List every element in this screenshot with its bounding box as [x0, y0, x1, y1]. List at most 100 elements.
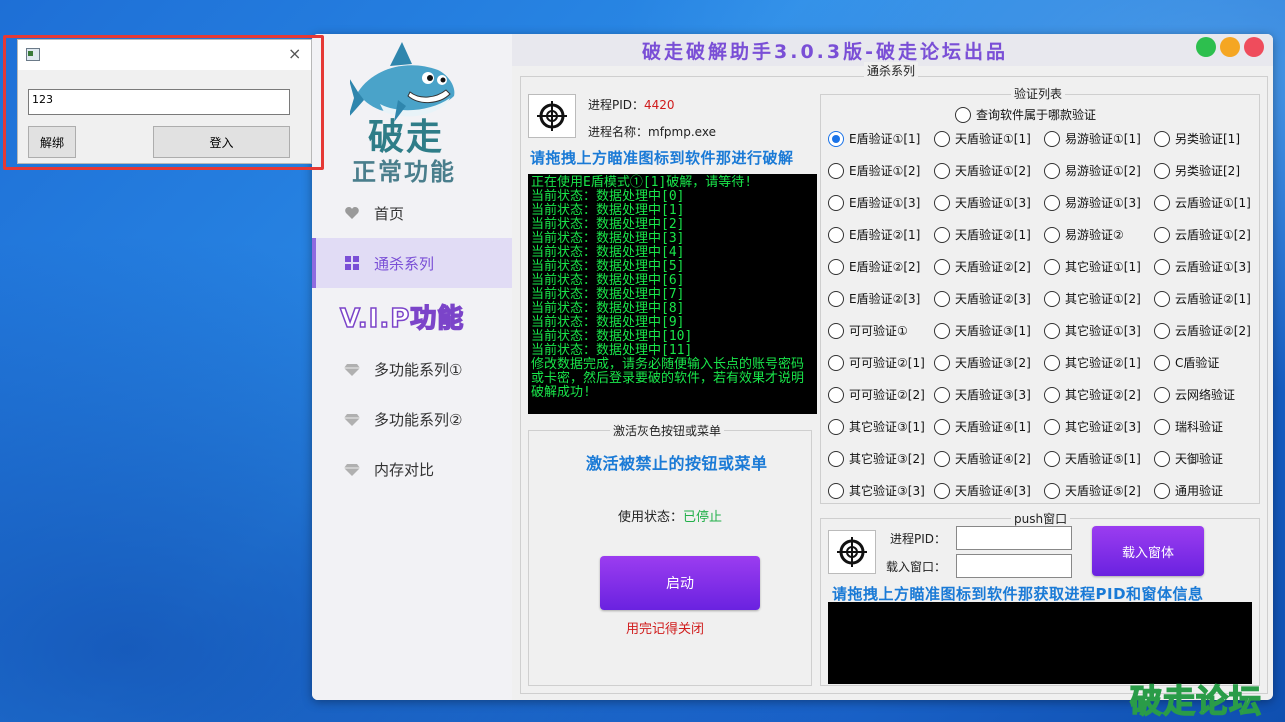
verify-option[interactable]: 天盾验证①[3] — [934, 194, 1031, 211]
log-line: 当前状态：数据处理中[9] — [531, 315, 685, 330]
verify-option[interactable]: 天盾验证③[1] — [934, 322, 1031, 339]
push-pid-label: 进程PID： — [890, 532, 947, 546]
radio-label: 云盾验证①[2] — [1175, 228, 1251, 242]
verify-option[interactable]: 另类验证[2] — [1154, 162, 1240, 179]
verify-option[interactable]: 天盾验证②[3] — [934, 290, 1031, 307]
sidebar-item-label: 通杀系列 — [374, 254, 435, 273]
verify-option[interactable]: 其它验证②[3] — [1044, 418, 1141, 435]
start-button[interactable]: 启动 — [600, 556, 760, 610]
log-line: 当前状态：数据处理中[8] — [531, 301, 685, 316]
radio-label: 其它验证②[2] — [1065, 388, 1141, 402]
push-target-crosshair[interactable] — [828, 530, 876, 574]
verify-option[interactable]: 通用验证 — [1154, 482, 1223, 499]
verify-option[interactable]: 易游验证①[1] — [1044, 130, 1141, 147]
push-pid-input[interactable] — [956, 526, 1072, 550]
close-button[interactable] — [1244, 37, 1264, 57]
verify-option[interactable]: 可可验证① — [828, 322, 908, 339]
verify-option[interactable]: E盾验证②[2] — [828, 258, 920, 275]
verify-option[interactable]: 其它验证③[3] — [828, 482, 925, 499]
push-output-console — [828, 602, 1252, 684]
minimize-button[interactable] — [1220, 37, 1240, 57]
verify-option[interactable]: 天盾验证①[2] — [934, 162, 1031, 179]
verify-option[interactable]: E盾验证②[3] — [828, 290, 920, 307]
pid-label: 进程PID： — [588, 98, 645, 112]
verify-option[interactable]: 云盾验证①[1] — [1154, 194, 1251, 211]
verify-option[interactable]: 云网络验证 — [1154, 386, 1235, 403]
verify-option[interactable]: 天盾验证②[2] — [934, 258, 1031, 275]
process-value: mfpmp.exe — [648, 125, 716, 139]
sidebar-item-memory[interactable]: 内存对比 — [312, 444, 512, 494]
verify-option-query[interactable]: 查询软件属于哪款验证 — [955, 106, 1096, 123]
verify-option[interactable]: 天盾验证⑤[2] — [1044, 482, 1141, 499]
verify-option[interactable]: 可可验证②[1] — [828, 354, 925, 371]
radio-circle — [934, 354, 950, 371]
verify-option[interactable]: 云盾验证①[2] — [1154, 226, 1251, 243]
radio-circle — [1154, 226, 1170, 243]
radio-circle — [934, 450, 950, 467]
radio-circle — [828, 194, 844, 211]
log-console: 正在使用E盾模式①[1]破解，请等待! 当前状态：数据处理中[0] 当前状态：数… — [528, 174, 817, 414]
status-value: 已停止 — [683, 510, 723, 525]
sidebar-item-home[interactable]: 首页 — [312, 188, 512, 238]
verify-option[interactable]: 易游验证①[2] — [1044, 162, 1141, 179]
sidebar-item-label: 内存对比 — [374, 460, 435, 479]
verify-option[interactable]: 其它验证①[3] — [1044, 322, 1141, 339]
radio-circle — [1044, 258, 1060, 275]
pid-value: 4420 — [644, 98, 675, 112]
verify-option[interactable]: 瑞科验证 — [1154, 418, 1223, 435]
radio-label: 天盾验证③[3] — [955, 388, 1031, 402]
load-window-button[interactable]: 载入窗体 — [1092, 526, 1204, 576]
section-vip-title: V.I.P功能 — [339, 303, 465, 335]
radio-circle — [934, 322, 950, 339]
verify-option[interactable]: 其它验证③[1] — [828, 418, 925, 435]
tongsha-group-title: 通杀系列 — [864, 62, 919, 79]
verify-option[interactable]: 天御验证 — [1154, 450, 1223, 467]
verify-option[interactable]: 天盾验证①[1] — [934, 130, 1031, 147]
verify-option[interactable]: 云盾验证②[2] — [1154, 322, 1251, 339]
verify-option[interactable]: 其它验证③[2] — [828, 450, 925, 467]
radio-label: 天盾验证①[3] — [955, 196, 1031, 210]
verify-option[interactable]: 其它验证①[2] — [1044, 290, 1141, 307]
target-crosshair[interactable] — [528, 94, 576, 138]
radio-circle — [1154, 482, 1170, 499]
verify-option[interactable]: 天盾验证②[1] — [934, 226, 1031, 243]
verify-option[interactable]: 其它验证①[1] — [1044, 258, 1141, 275]
verify-option[interactable]: E盾验证②[1] — [828, 226, 920, 243]
radio-label: 天盾验证②[2] — [955, 260, 1031, 274]
log-line: 当前状态：数据处理中[5] — [531, 259, 685, 274]
process-row: 进程名称：mfpmp.exe — [588, 123, 716, 140]
verify-option[interactable]: 天盾验证③[3] — [934, 386, 1031, 403]
verify-option[interactable]: 天盾验证④[2] — [934, 450, 1031, 467]
verify-option[interactable]: 其它验证②[2] — [1044, 386, 1141, 403]
radio-circle — [1044, 322, 1060, 339]
verify-option[interactable]: E盾验证①[3] — [828, 194, 920, 211]
verify-option[interactable]: E盾验证①[2] — [828, 162, 920, 179]
log-line: 当前状态：数据处理中[7] — [531, 287, 685, 302]
maximize-button[interactable] — [1196, 37, 1216, 57]
verify-option[interactable]: 云盾验证②[1] — [1154, 290, 1251, 307]
verify-option[interactable]: 云盾验证①[3] — [1154, 258, 1251, 275]
verify-option[interactable]: 可可验证②[2] — [828, 386, 925, 403]
verify-option[interactable]: 天盾验证④[3] — [934, 482, 1031, 499]
radio-label: 云盾验证①[3] — [1175, 260, 1251, 274]
verify-option[interactable]: E盾验证①[1] — [828, 130, 920, 147]
radio-circle — [934, 130, 950, 147]
verify-option[interactable]: 其它验证②[1] — [1044, 354, 1141, 371]
drag-hint: 请拖拽上方瞄准图标到软件那进行破解 — [530, 149, 794, 167]
verify-option[interactable]: 易游验证①[3] — [1044, 194, 1141, 211]
sidebar-item-multi-1[interactable]: 多功能系列① — [312, 344, 512, 394]
radio-label: 通用验证 — [1175, 484, 1224, 498]
app-title: 破走破解助手3.0.3版-破走论坛出品 — [642, 41, 1008, 63]
verify-option[interactable]: 易游验证② — [1044, 226, 1124, 243]
verify-option[interactable]: 天盾验证④[1] — [934, 418, 1031, 435]
radio-circle — [934, 162, 950, 179]
sidebar-item-multi-2[interactable]: 多功能系列② — [312, 394, 512, 444]
radio-label: 云盾验证②[2] — [1175, 324, 1251, 338]
push-window-input[interactable] — [956, 554, 1072, 578]
verify-option[interactable]: C盾验证 — [1154, 354, 1219, 371]
sidebar-item-tongsha[interactable]: 通杀系列 — [312, 238, 512, 288]
verify-option[interactable]: 天盾验证③[2] — [934, 354, 1031, 371]
verify-option[interactable]: 天盾验证⑤[1] — [1044, 450, 1141, 467]
radio-circle — [1044, 290, 1060, 307]
verify-option[interactable]: 另类验证[1] — [1154, 130, 1240, 147]
